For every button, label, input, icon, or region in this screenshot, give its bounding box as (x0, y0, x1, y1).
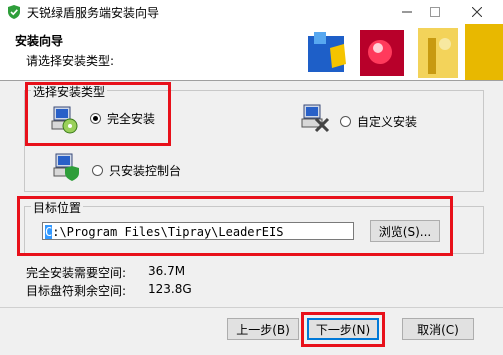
free-space-label: 目标盘符剩余空间: (26, 284, 127, 298)
console-only-label: 只安装控制台 (109, 164, 182, 178)
target-location-label: 目标位置 (31, 199, 84, 216)
footer-divider (0, 307, 503, 308)
window-title: 天锐绿盾服务端安装向导 (27, 6, 160, 20)
next-button[interactable]: 下一步(N) (307, 318, 379, 340)
radio-button[interactable] (92, 165, 103, 176)
required-space-label: 完全安装需要空间: (26, 266, 127, 280)
required-space-value: 36.7M (148, 264, 186, 278)
minimize-icon (402, 11, 412, 13)
radio-button[interactable] (90, 113, 101, 124)
close-icon (472, 7, 482, 17)
computer-cd-icon (51, 106, 78, 134)
wizard-header: 安装向导 请选择安装类型: (0, 24, 503, 81)
installer-window: 天锐绿盾服务端安装向导 安装向导 请选择安装类型: 选择安装类型 完全安装 自定… (0, 0, 503, 355)
back-button[interactable]: 上一步(B) (227, 318, 299, 340)
radio-custom-install[interactable]: 自定义安装 (340, 113, 417, 130)
custom-install-label: 自定义安装 (357, 115, 418, 129)
close-button[interactable] (455, 0, 499, 24)
cancel-button[interactable]: 取消(C) (402, 318, 474, 340)
computer-tools-icon (301, 104, 330, 133)
browse-button[interactable]: 浏览(S)... (370, 220, 440, 242)
wizard-subtitle: 请选择安装类型: (26, 54, 115, 68)
title-bar: 天锐绿盾服务端安装向导 (0, 0, 503, 24)
shield-icon (8, 5, 20, 19)
banner-image (300, 24, 503, 80)
radio-button[interactable] (340, 116, 351, 127)
maximize-button[interactable] (413, 0, 457, 24)
install-path-input[interactable]: C:\Program Files\Tipray\LeaderEIS (42, 222, 354, 240)
wizard-title: 安装向导 (15, 34, 64, 48)
radio-full-install[interactable]: 完全安装 (90, 110, 155, 127)
install-type-label: 选择安装类型 (31, 83, 108, 100)
full-install-label: 完全安装 (107, 112, 156, 126)
computer-shield-icon (53, 153, 79, 181)
radio-console-only[interactable]: 只安装控制台 (92, 162, 181, 179)
free-space-value: 123.8G (148, 282, 192, 296)
maximize-icon (430, 7, 440, 17)
